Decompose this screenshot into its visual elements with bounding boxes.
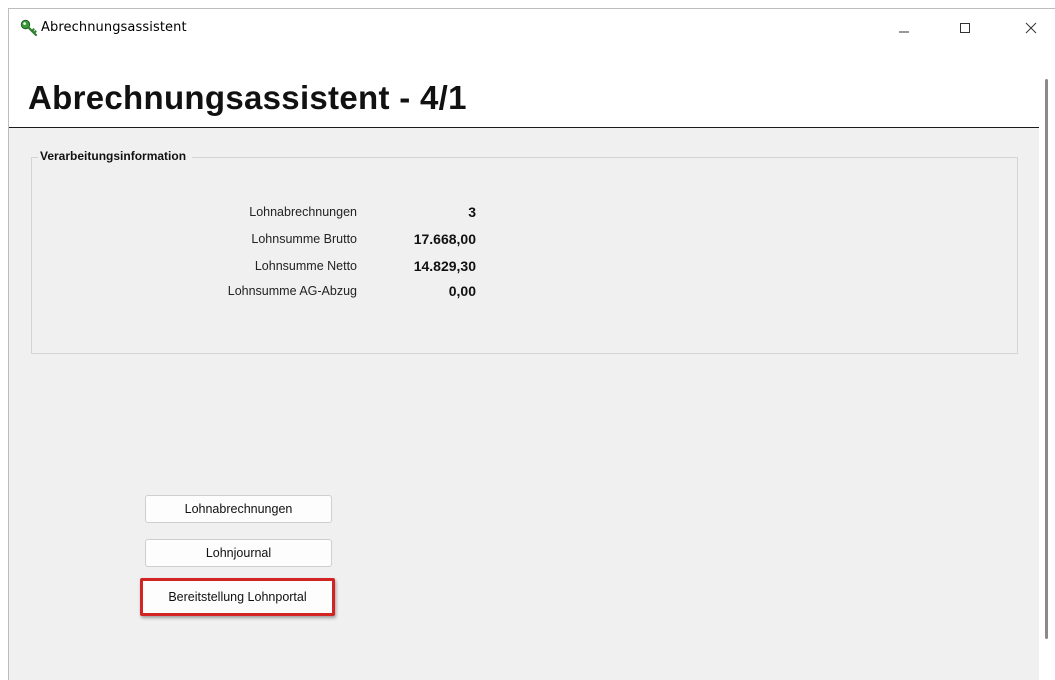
window-title: Abrechnungsassistent bbox=[41, 20, 187, 35]
lohnabrechnungen-button[interactable]: Lohnabrechnungen bbox=[145, 495, 332, 523]
title-bar[interactable]: Abrechnungsassistent bbox=[9, 9, 1055, 47]
info-row-lohnsumme-brutto: Lohnsumme Brutto 17.668,00 bbox=[32, 231, 492, 252]
processing-info-group: Lohnabrechnungen 3 Lohnsumme Brutto 17.6… bbox=[31, 157, 1018, 354]
close-button[interactable] bbox=[1008, 9, 1054, 47]
info-label: Lohnsumme AG-Abzug bbox=[227, 284, 357, 298]
bereitstellung-lohnportal-button[interactable]: Bereitstellung Lohnportal bbox=[140, 578, 335, 616]
info-row-lohnabrechnungen: Lohnabrechnungen 3 bbox=[32, 204, 492, 225]
info-label: Lohnabrechnungen bbox=[249, 205, 357, 219]
close-icon bbox=[1025, 22, 1037, 34]
minimize-icon bbox=[899, 31, 909, 33]
app-window: Abrechnungsassistent Abrechnungsassisten… bbox=[8, 8, 1055, 680]
maximize-icon bbox=[960, 23, 970, 33]
info-label: Lohnsumme Brutto bbox=[251, 232, 357, 246]
wizard-header: Abrechnungsassistent - 4/1 bbox=[9, 47, 1039, 128]
scrollbar-thumb[interactable] bbox=[1045, 79, 1048, 639]
maximize-button[interactable] bbox=[942, 9, 988, 47]
info-value: 3 bbox=[468, 204, 476, 220]
info-label: Lohnsumme Netto bbox=[254, 259, 357, 273]
info-value: 17.668,00 bbox=[413, 231, 476, 247]
minimize-button[interactable] bbox=[881, 9, 927, 47]
processing-info-legend: Verarbeitungsinformation bbox=[38, 149, 193, 163]
wizard-body: Lohnabrechnungen 3 Lohnsumme Brutto 17.6… bbox=[9, 128, 1039, 680]
info-row-lohnsumme-netto: Lohnsumme Netto 14.829,30 bbox=[32, 258, 492, 279]
lohnjournal-button[interactable]: Lohnjournal bbox=[145, 539, 332, 567]
info-row-lohnsumme-ag-abzug: Lohnsumme AG-Abzug 0,00 bbox=[32, 283, 492, 304]
info-value: 0,00 bbox=[448, 283, 476, 299]
info-value: 14.829,30 bbox=[413, 258, 476, 274]
vertical-scrollbar[interactable] bbox=[1039, 47, 1055, 680]
app-key-icon bbox=[20, 19, 38, 37]
page-title: Abrechnungsassistent - 4/1 bbox=[28, 79, 467, 116]
